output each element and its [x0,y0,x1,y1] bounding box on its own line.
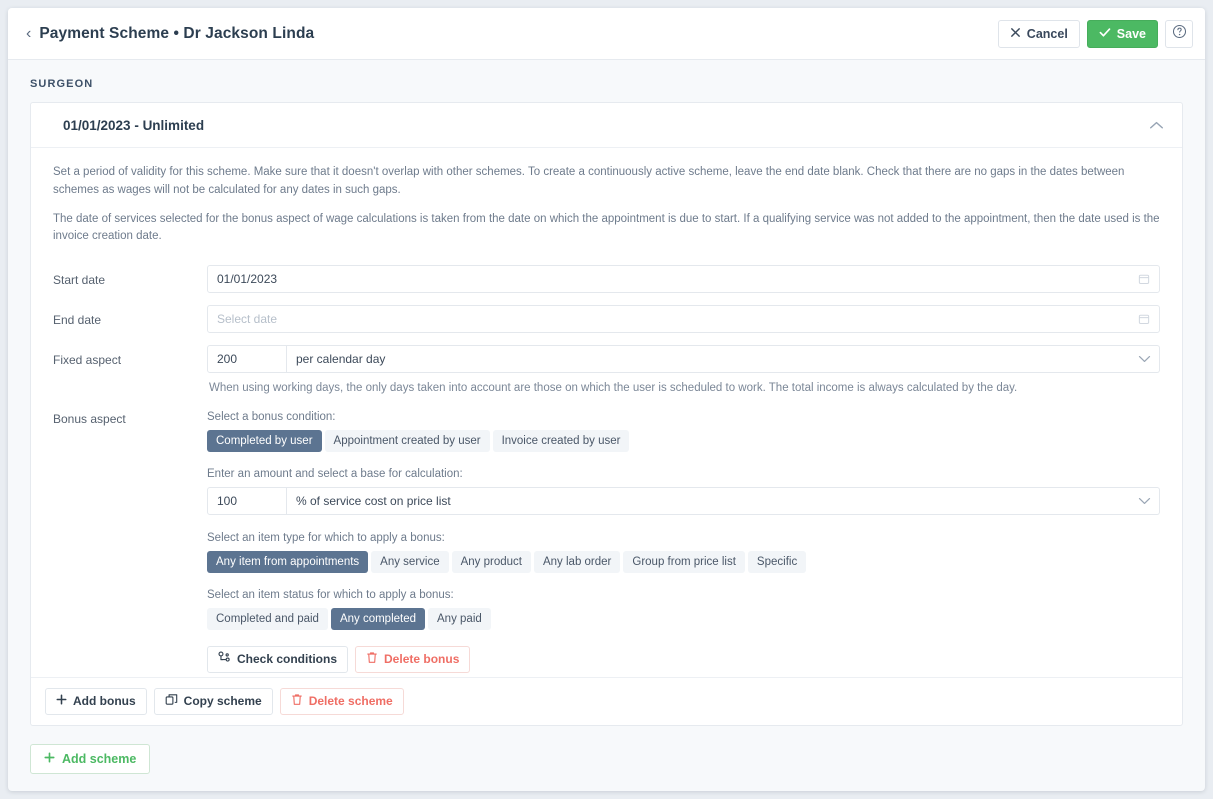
item-type-option[interactable]: Any item from appointments [207,551,368,573]
delete-bonus-label: Delete bonus [384,652,459,666]
add-scheme-area: Add scheme [8,726,1205,774]
save-button[interactable]: Save [1087,20,1158,48]
plus-icon [44,752,55,766]
item-status-group: Completed and paid Any completed Any pai… [207,608,1160,630]
bonus-condition-option[interactable]: Invoice created by user [493,430,630,452]
add-scheme-label: Add scheme [62,752,136,766]
item-type-option[interactable]: Any product [452,551,531,573]
start-date-row: Start date 01/01/2023 [53,265,1160,293]
item-status-option[interactable]: Any completed [331,608,425,630]
bonus-condition-option[interactable]: Completed by user [207,430,322,452]
scheme-description: Set a period of validity for this scheme… [31,148,1182,259]
bonus-condition-option[interactable]: Appointment created by user [325,430,490,452]
end-date-row: End date Select date [53,305,1160,333]
check-icon [1099,27,1111,41]
bonus-condition-group: Completed by user Appointment created by… [207,430,1160,452]
fixed-aspect-controls: 200 per calendar day [207,345,1160,373]
end-date-placeholder: Select date [217,312,1138,326]
bonus-amount-controls: 100 % of service cost on price list [207,487,1160,515]
back-button[interactable]: ‹ [22,22,39,46]
page-title: Payment Scheme • Dr Jackson Linda [39,25,314,43]
add-bonus-label: Add bonus [73,694,136,708]
delete-bonus-button[interactable]: Delete bonus [355,646,470,673]
item-type-option[interactable]: Specific [748,551,806,573]
question-circle-icon [1172,24,1187,44]
fixed-aspect-amount-input[interactable]: 200 [207,345,287,373]
scheme-title: 01/01/2023 - Unlimited [63,118,204,133]
calendar-icon[interactable] [1138,273,1150,285]
fixed-aspect-label: Fixed aspect [53,345,207,367]
check-conditions-button[interactable]: Check conditions [207,646,348,673]
bonus-amount-input[interactable]: 100 [207,487,287,515]
bonus-amount-label: Enter an amount and select a base for ca… [207,468,1160,480]
item-type-label: Select an item type for which to apply a… [207,532,1160,544]
save-label: Save [1117,27,1146,41]
item-type-group: Any item from appointments Any service A… [207,551,1160,573]
fixed-aspect-row: Fixed aspect 200 per calendar day [53,345,1160,397]
add-bonus-button[interactable]: Add bonus [45,688,147,715]
trash-icon [366,651,378,667]
description-paragraph-2: The date of services selected for the bo… [53,211,1160,247]
copy-scheme-label: Copy scheme [184,694,262,708]
section-label: SURGEON [8,60,1205,102]
close-x-icon [1010,27,1021,41]
fixed-aspect-hint: When using working days, the only days t… [207,373,1160,397]
bonus-condition-label: Select a bonus condition: [207,411,1160,423]
item-type-option[interactable]: Any lab order [534,551,620,573]
scheme-form: Start date 01/01/2023 End da [31,259,1182,672]
bonus-aspect-label: Bonus aspect [53,410,207,426]
plus-icon [56,694,67,708]
start-date-value: 01/01/2023 [217,272,1138,286]
chevron-down-icon[interactable] [1138,355,1151,363]
end-date-input[interactable]: Select date [207,305,1160,333]
item-status-option[interactable]: Any paid [428,608,491,630]
copy-scheme-button[interactable]: Copy scheme [154,688,273,715]
bonus-base-select[interactable]: % of service cost on price list [287,487,1160,515]
item-type-option[interactable]: Group from price list [623,551,745,573]
chevron-down-icon[interactable] [1138,497,1151,505]
top-bar: ‹ Payment Scheme • Dr Jackson Linda Canc… [8,8,1205,60]
conditions-node-icon [218,651,231,667]
fixed-aspect-unit-value: per calendar day [296,352,1138,366]
bonus-base-value: % of service cost on price list [296,494,1138,508]
bonus-actions: Check conditions Delete bonus [207,646,1160,673]
end-date-label: End date [53,305,207,327]
delete-scheme-button[interactable]: Delete scheme [280,688,404,715]
bonus-aspect-row: Bonus aspect Select a bonus condition: C… [53,410,1160,673]
cancel-label: Cancel [1027,27,1068,41]
item-status-label: Select an item status for which to apply… [207,589,1160,601]
item-status-option[interactable]: Completed and paid [207,608,328,630]
scheme-card: 01/01/2023 - Unlimited Set a period of v… [30,102,1183,726]
calendar-icon[interactable] [1138,313,1150,325]
fixed-aspect-amount-value: 200 [217,352,237,366]
delete-scheme-label: Delete scheme [309,694,393,708]
fixed-aspect-unit-select[interactable]: per calendar day [287,345,1160,373]
add-scheme-button[interactable]: Add scheme [30,744,150,774]
trash-icon [291,693,303,709]
check-conditions-label: Check conditions [237,652,337,666]
cancel-button[interactable]: Cancel [998,20,1080,48]
item-type-option[interactable]: Any service [371,551,448,573]
scheme-header[interactable]: 01/01/2023 - Unlimited [31,103,1182,148]
description-paragraph-1: Set a period of validity for this scheme… [53,164,1160,200]
chevron-up-icon[interactable] [1149,121,1164,130]
scheme-footer-actions: Add bonus Copy scheme [31,677,1182,725]
start-date-label: Start date [53,265,207,287]
bonus-amount-value: 100 [217,494,237,508]
copy-icon [165,693,178,709]
app-window: ‹ Payment Scheme • Dr Jackson Linda Canc… [8,8,1205,791]
help-button[interactable] [1165,20,1193,48]
start-date-input[interactable]: 01/01/2023 [207,265,1160,293]
